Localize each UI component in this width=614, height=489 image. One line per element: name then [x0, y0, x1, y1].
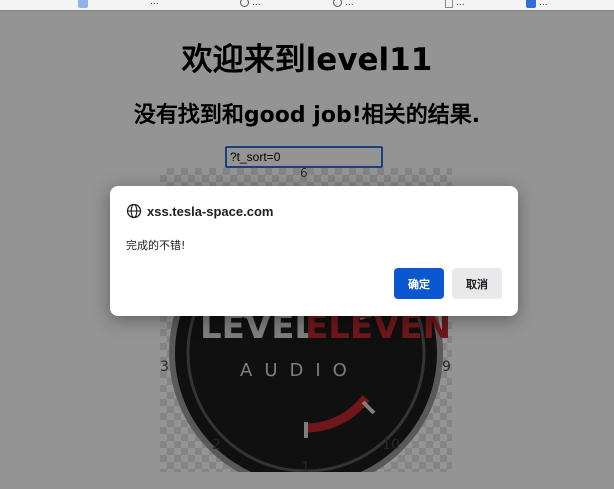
bookmark-icon [526, 0, 536, 8]
bookmark-item[interactable]: ... [240, 0, 261, 7]
dialog-origin-text: xss.tesla-space.com [147, 203, 274, 219]
bookmark-label: ... [539, 0, 548, 8]
bookmark-item[interactable]: ... [150, 0, 159, 7]
ok-button[interactable]: 确定 [394, 268, 444, 299]
alert-dialog: xss.tesla-space.com 完成的不错! 确定 取消 [110, 186, 518, 316]
globe-icon [126, 203, 142, 219]
document-icon [445, 0, 453, 8]
bookmark-label: ... [252, 0, 261, 8]
page: ... ... ... ... ... 欢迎来到level11 没有找到和goo… [0, 0, 614, 489]
bookmark-label: ... [456, 0, 465, 8]
bookmark-item[interactable] [78, 0, 88, 8]
bookmark-label: ... [345, 0, 354, 8]
dialog-origin: xss.tesla-space.com [126, 203, 273, 219]
bookmark-item[interactable]: ... [526, 0, 548, 8]
globe-icon [333, 0, 342, 7]
bookmark-label: ... [150, 0, 159, 7]
bookmark-item[interactable]: ... [333, 0, 354, 7]
cancel-button[interactable]: 取消 [452, 268, 502, 299]
bookmark-item[interactable]: ... [445, 0, 465, 8]
globe-icon [240, 0, 249, 7]
bookmark-icon [78, 0, 88, 8]
dialog-message: 完成的不错! [126, 239, 186, 252]
